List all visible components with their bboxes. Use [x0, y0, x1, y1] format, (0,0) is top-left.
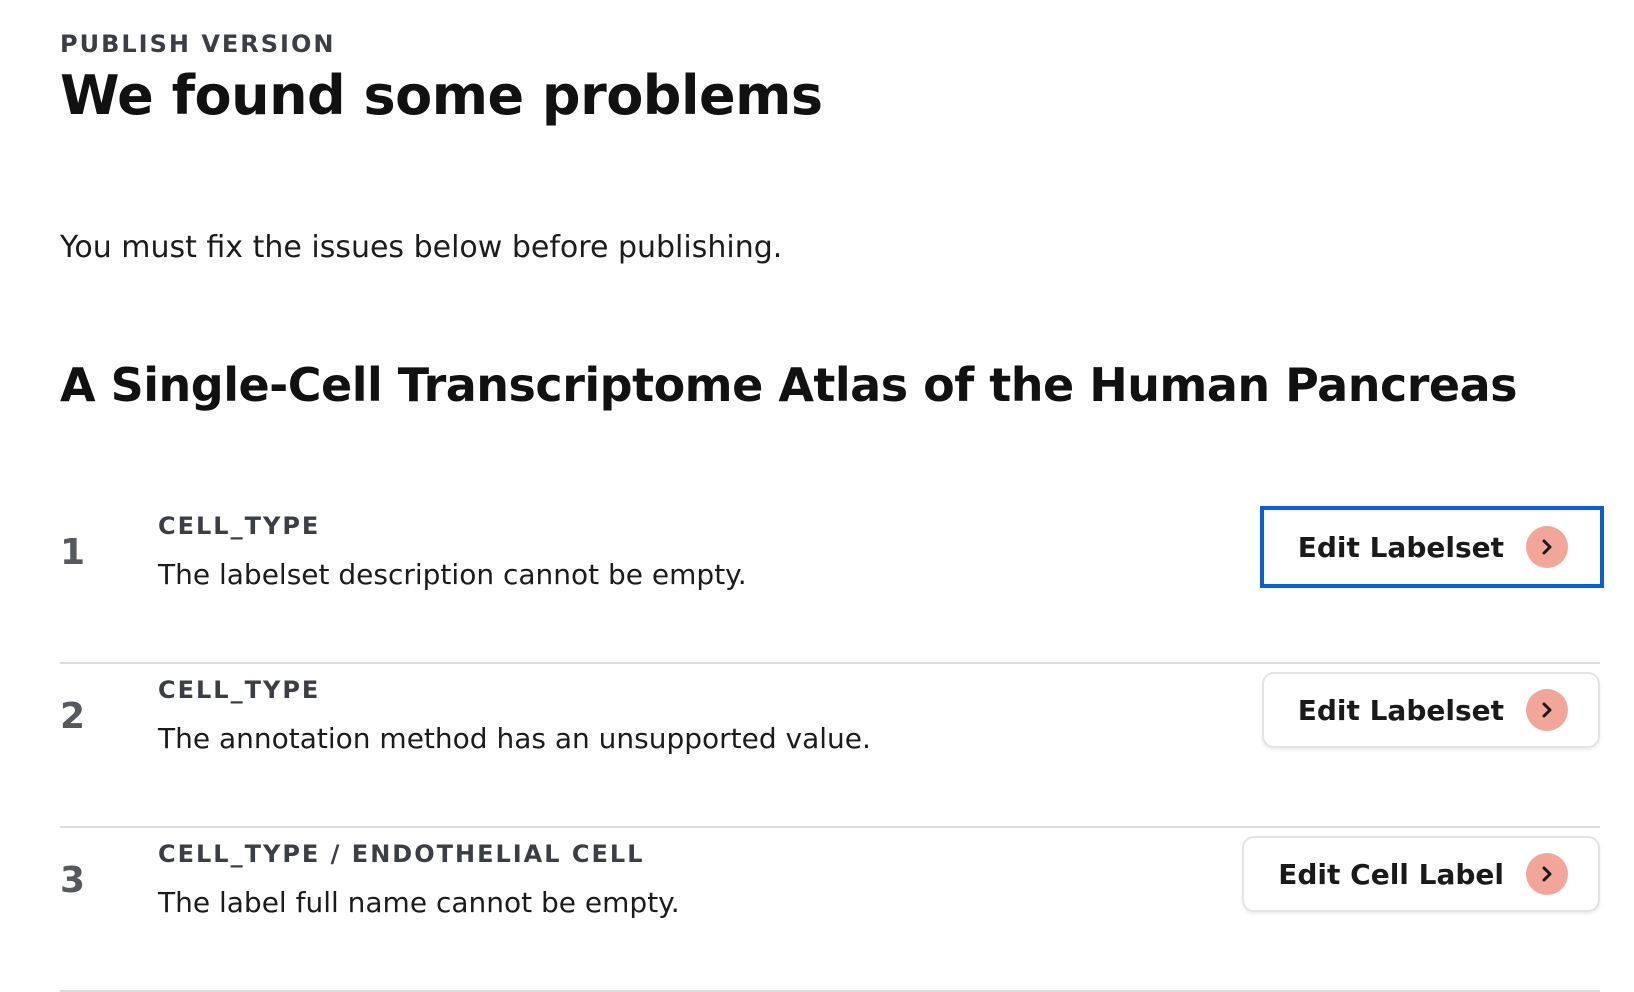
issue-number: 2 [60, 696, 86, 737]
chevron-right-icon [1526, 689, 1568, 731]
issue-row: 3 CELL_TYPE / ENDOTHELIAL CELL The label… [60, 828, 1600, 992]
page-title: We found some problems [60, 64, 823, 127]
issue-row: 1 CELL_TYPE The labelset description can… [60, 500, 1604, 664]
chevron-right-icon [1526, 853, 1568, 895]
intro-text: You must fix the issues below before pub… [60, 230, 783, 265]
edit-labelset-button[interactable]: Edit Labelset [1261, 672, 1600, 748]
issue-message: The annotation method has an unsupported… [158, 722, 871, 755]
issue-list: 1 CELL_TYPE The labelset description can… [60, 500, 1604, 992]
issue-path: CELL_TYPE / ENDOTHELIAL CELL [158, 840, 645, 868]
dataset-title: A Single-Cell Transcriptome Atlas of the… [60, 358, 1518, 412]
issue-row: 2 CELL_TYPE The annotation method has an… [60, 664, 1600, 828]
edit-labelset-button[interactable]: Edit Labelset [1259, 506, 1604, 588]
issue-path: CELL_TYPE [158, 512, 321, 540]
issue-number: 3 [60, 860, 86, 901]
issue-message: The label full name cannot be empty. [158, 886, 680, 919]
issue-number: 1 [60, 532, 86, 573]
page-eyebrow: PUBLISH VERSION [60, 30, 336, 58]
chevron-right-icon [1526, 526, 1568, 568]
issue-path: CELL_TYPE [158, 676, 321, 704]
edit-button-label: Edit Labelset [1297, 693, 1504, 727]
edit-button-label: Edit Labelset [1297, 530, 1504, 564]
edit-button-label: Edit Cell Label [1278, 857, 1504, 891]
issue-message: The labelset description cannot be empty… [158, 558, 747, 591]
edit-cell-label-button[interactable]: Edit Cell Label [1242, 836, 1600, 912]
